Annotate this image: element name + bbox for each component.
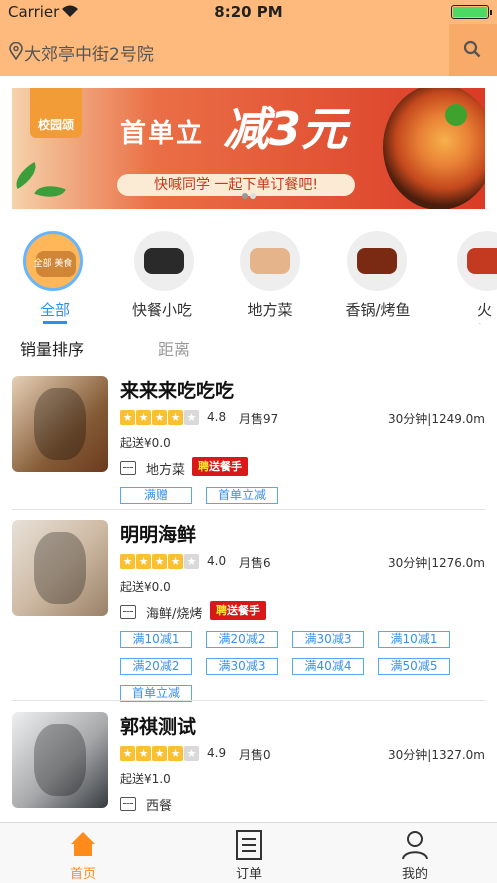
category-label: 地方菜 <box>247 301 293 319</box>
app-screen: Carrier 8:20 PM 大郊亭中街2号院 校园颂 首单立 减3元 快喊同… <box>0 0 497 883</box>
divider <box>12 700 485 701</box>
battery-icon <box>451 5 492 19</box>
star-rating: ★ ★ ★ ★ ★ <box>120 410 200 426</box>
banner-headline: 首单立 <box>120 119 205 149</box>
tab-bar: 首页 订单 我的 <box>0 822 497 883</box>
promo-tag: 满30减3 <box>206 658 278 675</box>
rating-value: 4.0 <box>207 554 227 568</box>
category-row: 全部 美食 全部 快餐小吃 地方菜 香锅/烤鱼 火锅 <box>0 226 497 324</box>
promo-banner[interactable]: 校园颂 首单立 减3元 快喊同学 一起下单订餐吧! <box>12 88 485 209</box>
shop-thumbnail <box>12 520 108 616</box>
promo-tags: 满10减1 满20减2 满30减3 满10减1 满20减2 满30减3 满40减4 满50减5… <box>120 628 480 709</box>
star-rating: ★ ★ ★ ★ ★ <box>120 554 200 570</box>
promo-tag: 满40减4 <box>292 658 364 675</box>
delivery-distance: 30分钟|1249.0m <box>388 412 485 426</box>
clock: 8:20 PM <box>214 3 283 21</box>
tab-mine[interactable]: 我的 <box>332 823 497 883</box>
min-order: 起送¥0.0 <box>120 580 171 594</box>
divider <box>12 509 485 510</box>
promo-tag: 满赠 <box>120 487 192 504</box>
tab-home[interactable]: 首页 <box>0 823 166 883</box>
category-all[interactable]: 全部 美食 全部 <box>0 226 110 324</box>
fast-food-icon <box>134 231 194 291</box>
shop-card[interactable]: 明明海鲜 ★ ★ ★ ★ ★ 4.0 月售6 30分钟|1276.0m 起送¥0.0 海… <box>0 520 497 702</box>
tab-label: 首页 <box>69 867 96 882</box>
brand-badge: 校园颂 <box>30 88 82 138</box>
category-hotpot[interactable]: 火锅 <box>430 226 497 324</box>
tab-orders[interactable]: 订单 <box>166 823 332 883</box>
hotpot-fish-icon <box>347 231 407 291</box>
shop-category: 地方菜 <box>146 463 186 478</box>
sort-by-sales[interactable]: 销量排序 <box>20 336 84 360</box>
promo-tag: 满10减1 <box>378 631 450 648</box>
category-fast-food[interactable]: 快餐小吃 <box>107 226 217 324</box>
hotpot-icon <box>457 231 497 291</box>
shop-thumbnail <box>12 712 108 808</box>
min-order: 起送¥1.0 <box>120 772 171 786</box>
home-icon <box>71 832 95 856</box>
shop-category: 海鲜/烧烤 <box>146 607 203 622</box>
category-label: 快餐小吃 <box>131 301 192 319</box>
shop-name: 郭祺测试 <box>120 716 197 738</box>
promo-tag: 满20减2 <box>120 658 192 675</box>
promo-tags: 满赠 首单立减 <box>120 484 480 511</box>
status-bar: Carrier 8:20 PM <box>0 0 497 24</box>
star-rating: ★ ★ ★ ★ ★ <box>120 746 200 762</box>
monthly-sales: 月售0 <box>239 748 271 762</box>
selected-underline <box>43 321 67 324</box>
shop-icon <box>120 605 136 619</box>
promo-tag: 满20减2 <box>206 631 278 648</box>
min-order: 起送¥0.0 <box>120 436 171 450</box>
promo-tag: 首单立减 <box>206 487 278 504</box>
monthly-sales: 月售97 <box>239 412 279 426</box>
category-label: 火锅 <box>476 301 492 324</box>
delivery-distance: 30分钟|1327.0m <box>388 748 485 762</box>
rating-value: 4.9 <box>207 746 227 760</box>
carousel-dots[interactable] <box>12 184 485 203</box>
recruit-courier-badge[interactable]: 聘送餐手 <box>192 457 248 476</box>
location-pin-icon <box>9 42 23 60</box>
tab-label: 订单 <box>235 867 262 882</box>
promo-tag: 满30减3 <box>292 631 364 648</box>
rating-value: 4.8 <box>207 410 227 424</box>
recruit-courier-badge[interactable]: 聘送餐手 <box>210 601 266 620</box>
all-food-icon: 全部 美食 <box>23 231 83 291</box>
shop-card[interactable]: 郭祺测试 ★ ★ ★ ★ ★ 4.9 月售0 30分钟|1327.0m 起送¥1.0 西… <box>0 712 497 822</box>
order-list-icon <box>236 830 262 860</box>
banner-discount: 减3元 <box>223 102 348 156</box>
shop-card[interactable]: 来来来吃吃吃 ★ ★ ★ ★ ★ 4.8 月售97 30分钟|1249.0m 起送¥0.… <box>0 376 497 506</box>
promo-tag: 满50减5 <box>378 658 450 675</box>
delivery-distance: 30分钟|1276.0m <box>388 556 485 570</box>
shop-category: 西餐 <box>146 799 173 814</box>
category-label: 全部 <box>39 301 70 319</box>
shop-icon <box>120 461 136 475</box>
tab-label: 我的 <box>401 867 428 882</box>
shop-name: 明明海鲜 <box>120 524 197 546</box>
sort-by-distance[interactable]: 距离 <box>158 336 190 360</box>
promo-tag: 满10减1 <box>120 631 192 648</box>
user-icon <box>402 831 428 860</box>
shop-icon <box>120 797 136 811</box>
monthly-sales: 月售6 <box>239 556 271 570</box>
search-button[interactable] <box>449 24 497 76</box>
top-header: Carrier 8:20 PM 大郊亭中街2号院 <box>0 0 497 76</box>
shop-name: 来来来吃吃吃 <box>120 380 235 402</box>
address-selector[interactable]: 大郊亭中街2号院 <box>24 40 154 65</box>
category-local-cuisine[interactable]: 地方菜 <box>215 226 325 324</box>
category-hotpot-fish[interactable]: 香锅/烤鱼 <box>323 226 433 324</box>
category-label: 香锅/烤鱼 <box>345 301 411 319</box>
local-cuisine-icon <box>240 231 300 291</box>
search-icon <box>463 40 481 58</box>
shop-thumbnail <box>12 376 108 472</box>
sort-bar: 销量排序 距离 <box>0 336 497 360</box>
